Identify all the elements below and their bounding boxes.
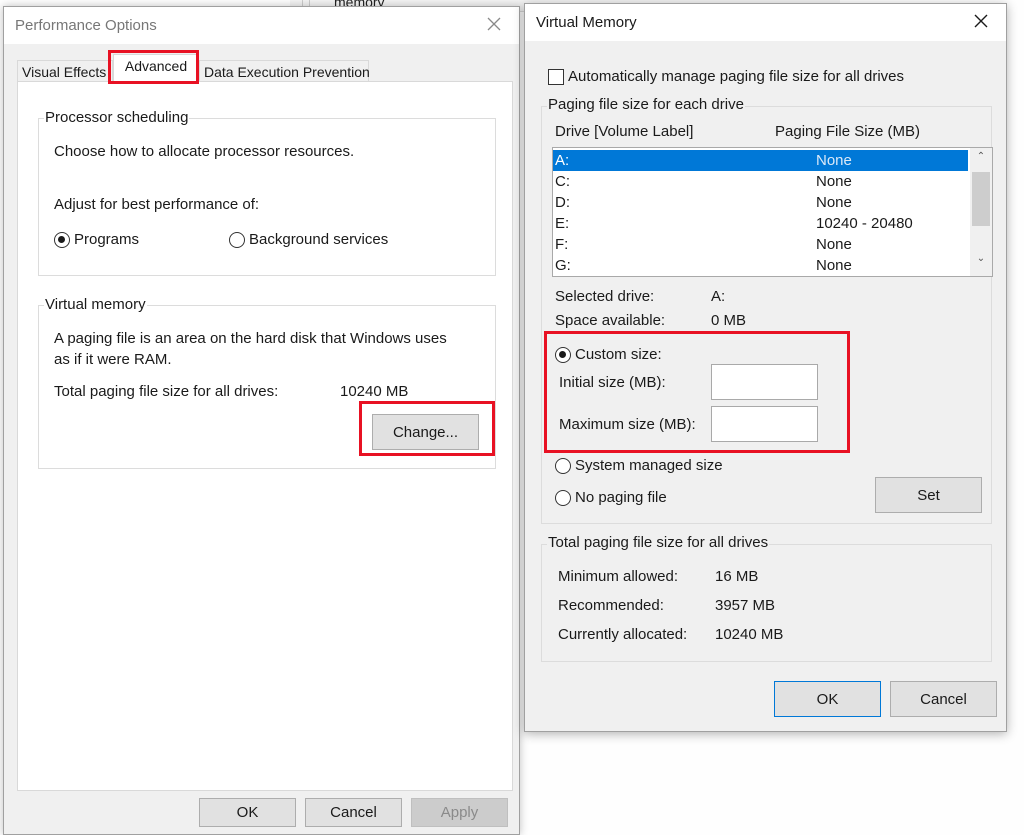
radio-background-services[interactable]: Background services [229,231,388,248]
tab-advanced[interactable]: Advanced [113,54,199,82]
recommended-value: 3957 MB [715,597,776,614]
apply-button[interactable]: Apply [411,798,508,827]
list-item[interactable]: E: 10240 - 20480 [553,213,968,234]
drive-letter: E: [555,215,570,232]
maximum-size-input[interactable] [711,406,818,442]
radio-programs[interactable]: Programs [54,231,139,248]
chevron-down-icon[interactable]: ⌄ [970,253,992,273]
minimum-allowed-value: 16 MB [715,568,759,585]
currently-allocated-label: Currently allocated: [558,626,688,643]
close-icon [974,14,988,28]
radio-label: Custom size: [575,346,662,363]
tab-visual-effects[interactable]: Visual Effects [17,60,113,82]
checkbox-unchecked-icon [548,68,564,85]
total-paging-value: 10240 MB [340,383,409,400]
drive-letter: A: [555,152,570,169]
drive-size: None [816,152,852,169]
list-item[interactable]: D: None [553,192,968,213]
space-available-value: 0 MB [711,312,747,329]
checkbox-label: Automatically manage paging file size fo… [568,68,904,85]
drive-size: 10240 - 20480 [816,215,913,232]
currently-allocated-value: 10240 MB [715,626,784,643]
description-text: Choose how to allocate processor resourc… [54,143,355,160]
radio-unselected-icon [229,231,245,248]
selected-drive-label: Selected drive: [555,288,655,305]
minimum-allowed-label: Minimum allowed: [558,568,679,585]
close-button[interactable] [970,10,992,32]
list-item[interactable]: C: None [553,171,968,192]
description-line-2: as if it were RAM. [54,351,172,368]
initial-size-input[interactable] [711,364,818,400]
scrollbar-thumb[interactable] [972,172,990,226]
radio-no-paging-file[interactable]: No paging file [555,489,667,506]
radio-unselected-icon [555,489,571,506]
drive-letter: C: [555,173,570,190]
drive-size: None [816,236,852,253]
drive-letter: F: [555,236,569,253]
list-scrollbar[interactable]: ⌃ ⌄ [970,148,992,276]
cancel-button[interactable]: Cancel [305,798,402,827]
radio-system-managed-size[interactable]: System managed size [555,457,723,474]
auto-manage-checkbox[interactable]: Automatically manage paging file size fo… [548,68,904,85]
chevron-up-icon[interactable]: ⌃ [970,151,992,171]
drive-letter: D: [555,194,570,211]
processor-scheduling-group: Processor scheduling Choose how to alloc… [38,109,496,276]
drive-size: None [816,194,852,211]
recommended-label: Recommended: [558,597,664,614]
radio-label: System managed size [575,457,723,474]
group-label: Paging file size for each drive [547,96,745,113]
group-label: Processor scheduling [44,109,190,126]
virtual-memory-dialog: Virtual Memory Automatically manage pagi… [524,3,1007,732]
virtual-memory-group: Virtual memory A paging file is an area … [38,296,496,469]
close-button[interactable] [483,13,505,35]
drive-letter: G: [555,257,571,274]
dialog-title: Virtual Memory [536,14,637,31]
initial-size-label: Initial size (MB): [559,374,666,391]
list-item[interactable]: F: None [553,234,968,255]
space-available-label: Space available: [555,312,666,329]
performance-options-dialog: Performance Options Visual Effects Advan… [3,6,520,835]
ok-button[interactable]: OK [774,681,881,717]
drive-list[interactable]: A: None C: None D: None E: 10240 - 20480 F: N… [552,147,993,277]
drive-size: None [816,173,852,190]
radio-label: Background services [249,231,389,248]
advanced-tab-panel: Processor scheduling Choose how to alloc… [17,81,513,791]
list-item[interactable]: A: None [553,150,968,171]
dialog-title: Performance Options [15,17,157,34]
title-bar[interactable]: Virtual Memory [525,4,1006,41]
total-paging-label: Total paging file size for all drives: [54,383,279,400]
radio-selected-icon [54,231,70,248]
set-button[interactable]: Set [875,477,982,513]
radio-unselected-icon [555,457,571,474]
ok-button[interactable]: OK [199,798,296,827]
title-bar[interactable]: Performance Options [4,7,519,44]
group-label: Total paging file size for all drives [547,534,770,551]
description-line-1: A paging file is an area on the hard dis… [54,330,447,347]
radio-label: No paging file [575,489,667,506]
column-header-drive: Drive [Volume Label] [555,123,694,140]
column-header-size: Paging File Size (MB) [775,123,921,140]
list-item[interactable]: G: None [553,255,968,276]
tab-data-execution-prevention[interactable]: Data Execution Prevention [199,60,370,82]
drive-size: None [816,257,852,274]
change-button[interactable]: Change... [372,414,479,450]
total-paging-group: Total paging file size for all drives Mi… [541,534,992,662]
close-icon [487,17,501,31]
maximum-size-label: Maximum size (MB): [559,416,696,433]
radio-selected-icon [555,346,571,363]
adjust-label: Adjust for best performance of: [54,196,260,213]
group-label: Virtual memory [44,296,147,313]
selected-drive-value: A: [711,288,726,305]
radio-label: Programs [74,231,140,248]
cancel-button[interactable]: Cancel [890,681,997,717]
radio-custom-size[interactable]: Custom size: [555,346,662,363]
